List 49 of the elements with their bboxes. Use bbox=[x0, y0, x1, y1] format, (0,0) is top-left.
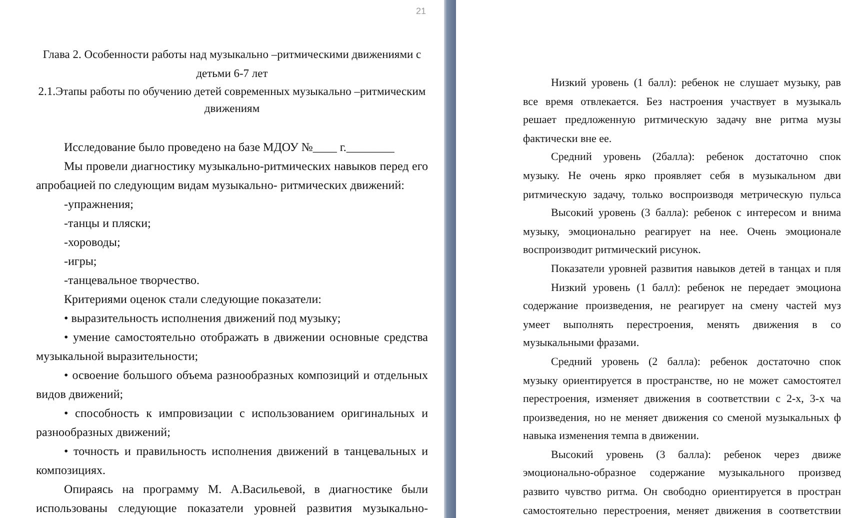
body-text-line: содержание произведения, не реагирует на смену частей муз bbox=[523, 299, 841, 314]
body-text-line: использованы следующие показатели уровней развития музыкально- bbox=[36, 500, 428, 517]
body-text-line: • способность к импровизации с использованием оригинальных и bbox=[63, 405, 428, 422]
chapter-heading: Глава 2. Особенности работы над музыкально –ритмическими движениями с bbox=[42, 48, 422, 63]
body-text-line: самостоятельно перестроения, меняет движения в соответствии bbox=[523, 504, 841, 518]
body-text-line: Низкий уровень (1 балл): ребенок не слушает музыку, рав bbox=[550, 76, 841, 91]
body-text-line: композициях. bbox=[36, 462, 107, 479]
body-text-line: • точность и правильность исполнения движений в танцевальных и bbox=[63, 443, 428, 460]
chapter-heading: детьми 6-7 лет bbox=[195, 67, 269, 82]
body-text-line: воспроизводит ритмический рисунок. bbox=[523, 243, 702, 258]
body-text-line: Опираясь на программу М. А.Васильевой, в диагностике были bbox=[63, 481, 428, 498]
body-text-line: навыка изменения темпа в движении. bbox=[523, 429, 700, 444]
body-text-line: Высокий уровень (3 балла): ребенок с интересом и внима bbox=[550, 206, 841, 222]
page-number: 21 bbox=[416, 6, 426, 16]
body-text-line: эмоционально-образное содержание музыкального произвед bbox=[523, 466, 841, 482]
body-text-line: развито чувство ритма. Он свободно ориентируется в простран bbox=[523, 485, 841, 500]
body-text-line: апробацией по следующим видам музыкально- ритмических движений: bbox=[36, 177, 406, 194]
body-text-line: Низкий уровень (1 балл): ребенок не передает эмоциона bbox=[550, 280, 841, 296]
body-text-line: Исследование было проведено на базе МДОУ №____ г.________ bbox=[63, 139, 396, 156]
body-text-line: Высокий уровень (3 балла): ребенок через движе bbox=[550, 448, 841, 463]
body-text-line: произведения, но не меняет движения со сменой музыкальных ф bbox=[523, 410, 841, 426]
chapter-heading: 2.1.Этапы работы по обучению детей современных музыкально –ритмическим bbox=[37, 85, 427, 100]
body-text-line: -танцы и пляски; bbox=[63, 215, 152, 232]
body-text-line: музыку ориентируется в пространстве, но не может самостоятел bbox=[523, 374, 841, 388]
body-text-line: перестроения, изменяет движения в соответствии с 2-х, 3-х ча bbox=[523, 392, 841, 408]
body-text-line: Мы провели диагностику музыкально-ритмических навыков перед его bbox=[63, 158, 428, 175]
body-text-line: -игры; bbox=[63, 253, 98, 270]
body-text-line: Критериями оценок стали следующие показатели: bbox=[63, 291, 323, 308]
body-text-line: музыкальной выразительности; bbox=[36, 348, 200, 365]
body-text-line: Показатели уровней развития навыков детей в танцах и пля bbox=[550, 262, 841, 277]
body-text-line: • освоение большого объема разнообразных композиций и отдельных bbox=[63, 367, 428, 384]
body-text-line: видов движений; bbox=[36, 386, 124, 403]
body-text-line: -танцевальное творчество. bbox=[63, 272, 201, 289]
body-text-line: Средний уровень (2 балла): ребенок достаточно спок bbox=[550, 354, 841, 370]
body-text-line: все время отвлекается. Без настроения участвует в музыкаль bbox=[523, 94, 841, 110]
body-text-line: музыку, эмоционально реагирует на нее. Очень эмоционале bbox=[523, 224, 841, 240]
body-text-line: Средний уровень (2балла): ребенок достаточно спок bbox=[550, 150, 841, 166]
body-text-line: • умение самостоятельно отображать в движении основные средства bbox=[63, 329, 428, 346]
body-text-line: музыку. Не очень ярко проявляет себя в музыкальном дви bbox=[523, 168, 841, 184]
body-text-line: -упражнения; bbox=[63, 196, 134, 213]
chapter-heading: движениям bbox=[203, 102, 261, 117]
body-text-line: ритмическую задачу, только воспроизводя метрическую пульса bbox=[523, 188, 841, 203]
body-text-line: разнообразных движений; bbox=[36, 424, 172, 441]
body-text-line: • выразительность исполнения движений под музыку; bbox=[63, 310, 342, 327]
body-text-line: фактически вне ее. bbox=[523, 132, 613, 147]
body-text-line: -хороводы; bbox=[63, 234, 122, 251]
body-text-line: решает предложенную ритмическую задачу вне ритма музы bbox=[523, 113, 841, 128]
body-text-line: музыкальными фразами. bbox=[523, 336, 640, 352]
body-text-line: умеет выполнять перестроения, менять движения в со bbox=[523, 318, 841, 333]
